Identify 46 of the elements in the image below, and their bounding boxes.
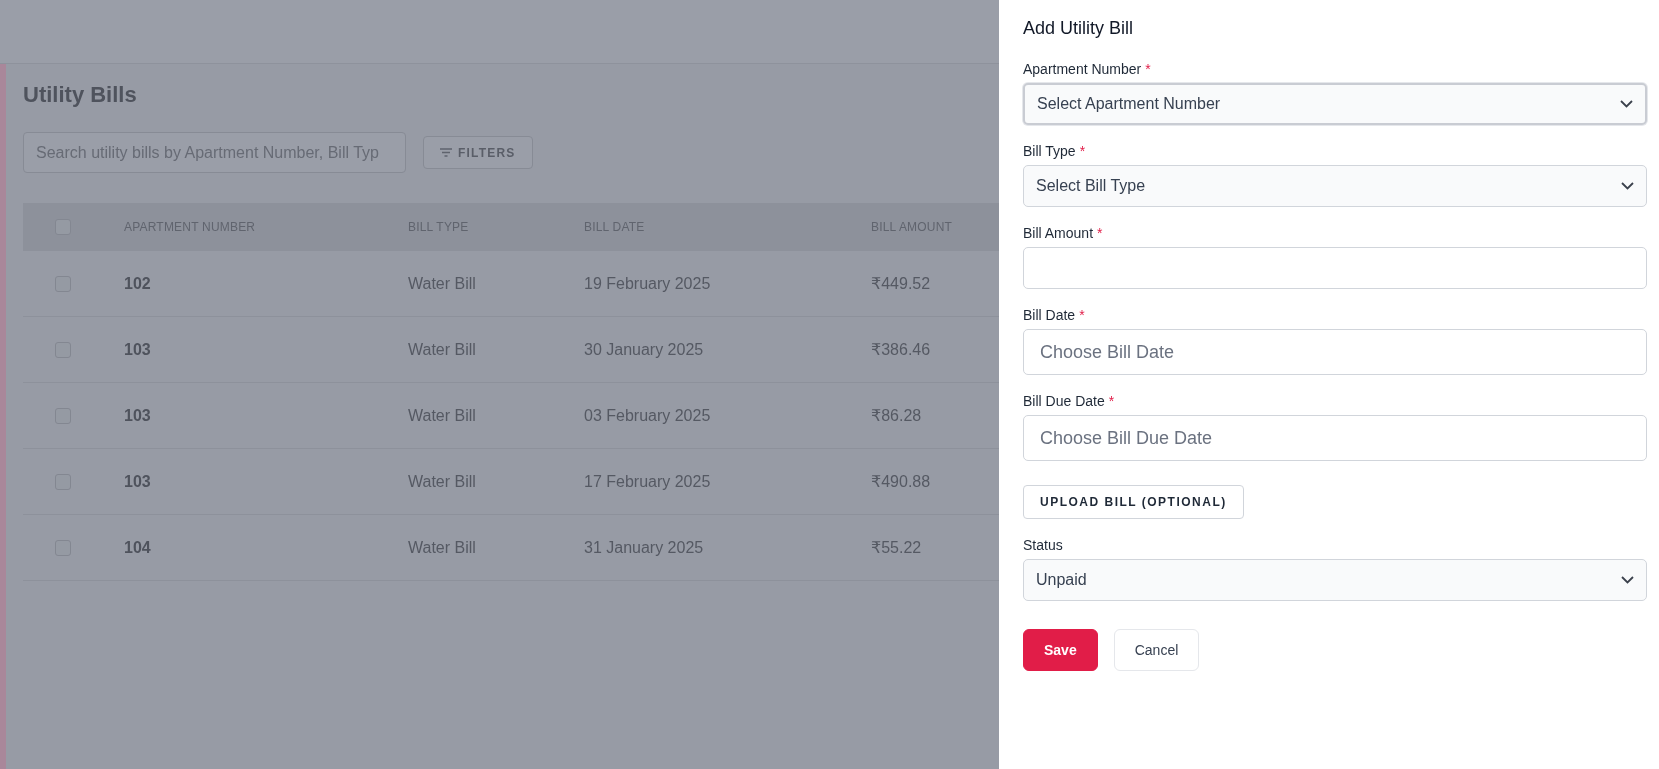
select-field[interactable]: Select Bill Type xyxy=(1023,165,1647,207)
save-button[interactable]: Save xyxy=(1023,629,1098,671)
chevron-down-icon xyxy=(1621,182,1634,190)
table-cell: ₹490.88 xyxy=(871,473,931,490)
table-cell: Water Bill xyxy=(408,274,476,292)
table-cell: 19 February 2025 xyxy=(584,274,711,292)
input-field[interactable] xyxy=(1023,247,1647,289)
table-cell: 102 xyxy=(124,274,151,292)
table-cell: ₹55.22 xyxy=(871,539,922,556)
field-label: Status xyxy=(1023,537,1063,553)
required-mark: * xyxy=(1079,307,1085,323)
field-label: Apartment Number xyxy=(1023,61,1142,77)
required-mark: * xyxy=(1079,143,1086,159)
table-cell: 103 xyxy=(124,406,151,424)
chevron-down-icon xyxy=(1620,100,1633,108)
table-cell: Water Bill xyxy=(408,406,476,424)
page-title: Utility Bills xyxy=(23,82,138,109)
required-mark: * xyxy=(1145,61,1151,77)
table-cell: ₹386.46 xyxy=(871,341,931,358)
filter-icon xyxy=(440,148,452,157)
table-cell: Water Bill xyxy=(408,538,476,556)
table-cell: 03 February 2025 xyxy=(584,406,711,424)
table-cell: 30 January 2025 xyxy=(584,340,704,358)
table-cell: 103 xyxy=(124,340,151,358)
cancel-button[interactable]: Cancel xyxy=(1113,629,1200,671)
table-cell: 17 February 2025 xyxy=(584,472,711,490)
table-cell: 103 xyxy=(124,472,151,490)
table-cell: ₹86.28 xyxy=(871,407,922,424)
upload-button[interactable]: UPLOAD BILL (OPTIONAL) xyxy=(1023,485,1244,519)
table-cell: Water Bill xyxy=(408,340,476,358)
table-cell: 31 January 2025 xyxy=(584,538,704,556)
table-cell: ₹449.52 xyxy=(871,275,931,292)
field-label: Bill Date xyxy=(1023,307,1076,323)
select-field[interactable]: Select Apartment Number xyxy=(1023,83,1647,125)
table-cell: Water Bill xyxy=(408,472,476,490)
select-field[interactable]: Unpaid xyxy=(1023,559,1647,601)
drawer-title: Add Utility Bill xyxy=(1023,18,1135,39)
date-field[interactable]: Choose Bill Date xyxy=(1023,329,1647,375)
table-cell: 104 xyxy=(124,538,151,556)
required-mark: * xyxy=(1108,393,1115,409)
chevron-down-icon xyxy=(1621,576,1634,584)
field-label: Bill Amount xyxy=(1023,225,1094,241)
date-field[interactable]: Choose Bill Due Date xyxy=(1023,415,1647,461)
field-label: Bill Due Date xyxy=(1023,393,1105,409)
required-mark: * xyxy=(1097,225,1103,241)
field-label: Bill Type xyxy=(1023,143,1076,159)
